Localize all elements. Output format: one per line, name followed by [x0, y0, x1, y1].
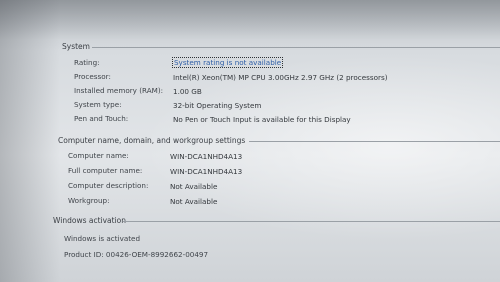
system-section-divider	[92, 47, 500, 48]
pen-touch-value: No Pen or Touch Input is available for t…	[173, 115, 351, 124]
computer-name-section-title: Computer name, domain, and workgroup set…	[58, 136, 246, 145]
memory-value: 1.00 GB	[173, 87, 202, 96]
computer-name-value: WIN-DCA1NHD4A13	[170, 152, 243, 161]
computer-name-section-divider	[249, 141, 500, 142]
system-properties-window: System Rating: System rating is not avai…	[0, 0, 500, 282]
system-section-title: System	[62, 42, 90, 51]
computer-description-label: Computer description:	[68, 181, 149, 190]
full-computer-name-value: WIN-DCA1NHD4A13	[170, 167, 243, 176]
activation-status: Windows is activated	[64, 234, 141, 243]
system-rating-link[interactable]: System rating is not available	[172, 57, 284, 68]
product-id: Product ID: 00426-OEM-8992662-00497	[64, 250, 209, 259]
computer-name-label: Computer name:	[68, 151, 129, 160]
full-computer-name-label: Full computer name:	[68, 166, 143, 175]
system-type-label: System type:	[74, 100, 122, 109]
workgroup-value: Not Available	[170, 197, 218, 206]
rating-label: Rating:	[74, 58, 100, 67]
computer-description-value: Not Available	[170, 182, 218, 191]
memory-label: Installed memory (RAM):	[74, 86, 164, 95]
system-type-value: 32-bit Operating System	[173, 101, 262, 110]
windows-activation-section-title: Windows activation	[53, 216, 127, 225]
processor-value: Intel(R) Xeon(TM) MP CPU 3.00GHz 2.97 GH…	[173, 73, 388, 82]
pen-touch-label: Pen and Touch:	[74, 114, 129, 123]
workgroup-label: Workgroup:	[68, 196, 110, 205]
processor-label: Processor:	[74, 72, 111, 81]
windows-activation-section-divider	[123, 221, 500, 222]
